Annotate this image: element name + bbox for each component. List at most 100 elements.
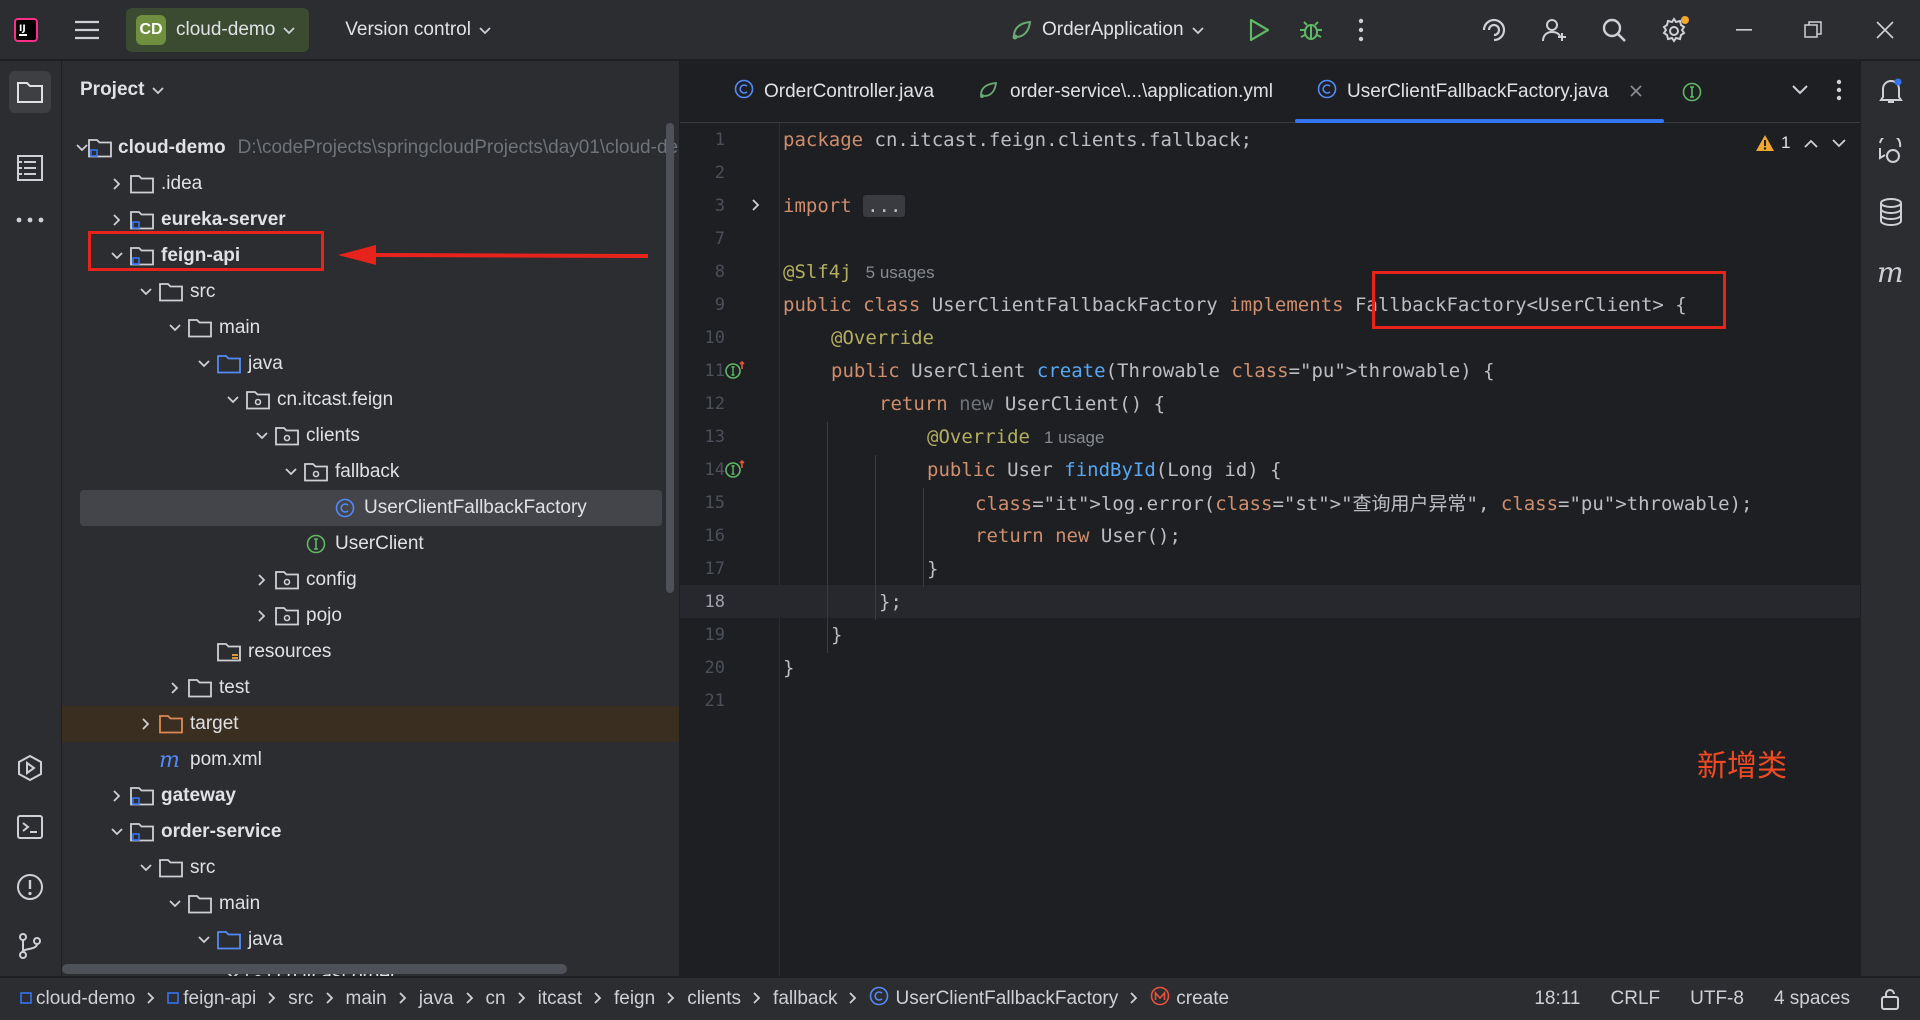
- next-highlight-icon[interactable]: [1832, 138, 1847, 148]
- chevron-down-icon[interactable]: [105, 828, 129, 836]
- code-line[interactable]: 13 @Override 1 usage: [680, 420, 1860, 453]
- tree-row-test[interactable]: test: [62, 670, 679, 706]
- project-switcher[interactable]: CD cloud-demo: [126, 7, 310, 52]
- tree-row-config[interactable]: config: [62, 562, 679, 598]
- usages-hint[interactable]: 5 usages: [866, 263, 935, 282]
- chevron-down-icon[interactable]: [134, 288, 158, 296]
- restore-icon[interactable]: [1804, 21, 1822, 39]
- chevron-right-icon[interactable]: [134, 718, 158, 730]
- tab-ordercontroller-java[interactable]: OrderController.java: [712, 61, 956, 123]
- chevron-down-icon[interactable]: [163, 324, 187, 332]
- implements-method-gutter-icon[interactable]: [724, 459, 746, 484]
- breadcrumb-item[interactable]: clients: [687, 988, 741, 1010]
- vcs-widget[interactable]: Version control: [345, 19, 491, 41]
- search-icon[interactable]: [1600, 16, 1628, 44]
- implements-method-gutter-icon[interactable]: [724, 360, 746, 385]
- code-line[interactable]: 1 package cn.itcast.feign.clients.fallbac…: [680, 123, 1860, 156]
- tree-row-pojo[interactable]: pojo: [62, 598, 679, 634]
- code-line[interactable]: 17}: [680, 552, 1860, 585]
- breadcrumb-item[interactable]: feign-api: [183, 988, 256, 1010]
- problems-tool-icon[interactable]: [16, 873, 44, 901]
- chevron-down-icon[interactable]: [76, 144, 88, 152]
- tree-row-clients[interactable]: clients: [62, 418, 679, 454]
- tree-row-order-service[interactable]: order-service: [62, 814, 679, 850]
- chevron-right-icon[interactable]: [163, 682, 187, 694]
- chevron-down-icon[interactable]: [250, 432, 274, 440]
- tree-row-cn-itcast-feign[interactable]: cn.itcast.feign: [62, 382, 679, 418]
- tree-row-userclientfallbackfactory[interactable]: UserClientFallbackFactory: [80, 490, 662, 526]
- tree-row-cloud-demo[interactable]: cloud-demo D:\codeProjects\springcloudPro…: [62, 130, 679, 166]
- chevron-down-icon[interactable]: [163, 900, 187, 908]
- code-line[interactable]: 11 public UserClient create(Throwable cla…: [680, 354, 1860, 387]
- debug-icon[interactable]: [1298, 17, 1324, 43]
- run-config-widget[interactable]: OrderApplication: [1010, 18, 1204, 42]
- lock-icon[interactable]: [1880, 988, 1900, 1010]
- previous-highlight-icon[interactable]: [1804, 139, 1819, 148]
- chevron-right-icon[interactable]: [250, 574, 274, 586]
- breadcrumb-item[interactable]: cloud-demo: [36, 988, 135, 1010]
- database-icon[interactable]: [1878, 198, 1904, 226]
- tree-row-java[interactable]: java: [62, 346, 679, 382]
- tree-row-main[interactable]: main: [62, 886, 679, 922]
- file-encoding[interactable]: UTF-8: [1690, 988, 1744, 1010]
- interface-icon[interactable]: [1682, 82, 1702, 102]
- inspection-widget[interactable]: 1: [1755, 133, 1847, 153]
- tree-row-pom-xml[interactable]: m pom.xml: [62, 742, 679, 778]
- code-line[interactable]: 18};: [680, 585, 1860, 618]
- services-tool-icon[interactable]: [16, 754, 44, 782]
- project-panel-header[interactable]: Project: [80, 79, 165, 101]
- chevron-right-icon[interactable]: [105, 214, 129, 226]
- chevron-down-icon[interactable]: [279, 468, 303, 476]
- tab-order-service-application-yml[interactable]: order-service\...\application.yml: [956, 61, 1295, 123]
- close-icon[interactable]: [1876, 21, 1894, 39]
- tab-more-icon[interactable]: [1836, 79, 1842, 101]
- code-line[interactable]: 16 return new User();: [680, 519, 1860, 552]
- fold-expand-icon[interactable]: [752, 196, 760, 215]
- chevron-right-icon[interactable]: [105, 790, 129, 802]
- maven-icon[interactable]: m: [1875, 258, 1907, 286]
- code-line[interactable]: 20}: [680, 651, 1860, 684]
- chevron-right-icon[interactable]: [105, 178, 129, 190]
- breadcrumb-item[interactable]: itcast: [538, 988, 582, 1010]
- ai-assistant-icon[interactable]: [1480, 16, 1508, 44]
- caret-position[interactable]: 18:11: [1534, 988, 1580, 1010]
- code-line[interactable]: 3 import ...: [680, 189, 1860, 222]
- more-actions-icon[interactable]: [1358, 18, 1364, 42]
- chevron-down-icon[interactable]: [1792, 85, 1808, 95]
- code-line[interactable]: 15 class="it">log.error(class="st">"查询用户异…: [680, 486, 1860, 519]
- chevron-down-icon[interactable]: [134, 864, 158, 872]
- chevron-down-icon[interactable]: [221, 396, 245, 404]
- tree-row-main[interactable]: main: [62, 310, 679, 346]
- code-line[interactable]: 7: [680, 222, 1860, 255]
- horizontal-scrollbar[interactable]: [62, 964, 567, 974]
- code-line[interactable]: 12 return new UserClient() {: [680, 387, 1860, 420]
- tree-row-java[interactable]: java: [62, 922, 679, 958]
- indent-setting[interactable]: 4 spaces: [1774, 988, 1850, 1010]
- structure-tool-icon[interactable]: [16, 154, 44, 182]
- main-menu-icon[interactable]: [74, 19, 100, 41]
- breadcrumb-item[interactable]: feign: [614, 988, 655, 1010]
- terminal-tool-icon[interactable]: [16, 814, 44, 840]
- minimize-icon[interactable]: [1736, 29, 1752, 31]
- close-tab-icon[interactable]: [1630, 81, 1643, 103]
- tree-row-resources[interactable]: resources: [62, 634, 679, 670]
- breadcrumb-item[interactable]: fallback: [773, 988, 837, 1010]
- breadcrumb-item[interactable]: cn: [486, 988, 506, 1010]
- code-line[interactable]: 14 public User findById(Long id) {: [680, 453, 1860, 486]
- tree-row-fallback[interactable]: fallback: [62, 454, 679, 490]
- breadcrumb-item[interactable]: UserClientFallbackFactory: [895, 988, 1118, 1010]
- notifications-icon[interactable]: [1877, 77, 1905, 105]
- code-line[interactable]: 2: [680, 156, 1860, 189]
- breadcrumb-item[interactable]: src: [288, 988, 313, 1010]
- tab-userclientfallbackfactory-java[interactable]: UserClientFallbackFactory.java: [1294, 61, 1665, 123]
- breadcrumb-item[interactable]: create: [1176, 988, 1229, 1010]
- tree-row-src[interactable]: src: [62, 850, 679, 886]
- git-tool-icon[interactable]: [16, 932, 44, 960]
- add-user-icon[interactable]: [1540, 16, 1568, 44]
- vertical-scrollbar[interactable]: [666, 123, 674, 593]
- tree-row-src[interactable]: src: [62, 274, 679, 310]
- jetbrains-logo-icon[interactable]: IJ: [14, 17, 38, 42]
- breadcrumb-item[interactable]: java: [419, 988, 454, 1010]
- usages-hint[interactable]: 1 usage: [1044, 428, 1105, 447]
- breadcrumb-item[interactable]: main: [346, 988, 387, 1010]
